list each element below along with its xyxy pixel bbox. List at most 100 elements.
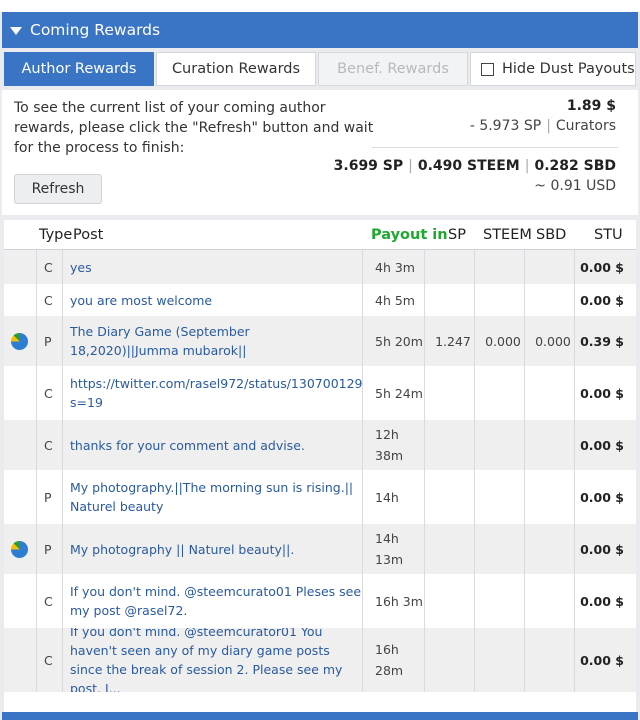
- table-row: Cyes 4h 3m 0.00 $: [4, 250, 636, 284]
- cell-type: C: [44, 259, 53, 275]
- cell-sp: [428, 250, 478, 284]
- header-steem[interactable]: STEEM: [483, 220, 532, 250]
- cell-sp: [428, 524, 478, 574]
- header-payout[interactable]: Payout in: [371, 220, 448, 250]
- cell-sp: [428, 628, 478, 692]
- rewards-summary: 1.89 $ - 5.973 SP | Curators: [469, 98, 616, 134]
- coming-rewards-header[interactable]: Coming Rewards: [2, 12, 638, 48]
- cell-post: The Diary Game (September 18,2020)||Jumm…: [70, 316, 362, 366]
- column-divider: [362, 420, 363, 470]
- curators-sp: - 5.973 SP: [469, 118, 542, 134]
- cell-type: C: [44, 593, 53, 609]
- hide-dust-checkbox[interactable]: [481, 62, 494, 76]
- table-header: Type Post Payout in SP STEEM SBD STU: [4, 220, 636, 250]
- cell-sbd: [528, 628, 578, 692]
- rewards-totals: 3.699 SP | 0.490 STEEM | 0.282 SBD ~ 0.91 US…: [333, 158, 616, 194]
- cell-steem: [478, 420, 528, 470]
- summary-divider: [372, 147, 618, 148]
- cell-type: P: [44, 541, 52, 557]
- cell-post: thanks for your comment and advise.: [70, 420, 362, 470]
- column-divider: [36, 420, 37, 470]
- post-link[interactable]: If you don't mind. @steemcurato01 Pleses…: [70, 582, 362, 620]
- total-sp: 3.699 SP: [333, 158, 404, 174]
- column-divider: [36, 366, 37, 420]
- cell-sbd: [528, 420, 578, 470]
- cell-stu: 0.00 $: [580, 652, 624, 668]
- header-title: Coming Rewards: [30, 21, 161, 39]
- cell-type: P: [44, 333, 52, 349]
- bottom-bar: [2, 712, 638, 720]
- header-stu[interactable]: STU: [594, 220, 623, 250]
- total-usd: ~ 0.91 USD: [534, 178, 616, 194]
- table-row: Cthanks for your comment and advise. 12h …: [4, 420, 636, 470]
- total-steem: 0.490 STEEM: [417, 158, 520, 174]
- table-row: C If you don't mind. @steemcurato01 Plese…: [4, 574, 636, 628]
- total-value: 1.89 $: [566, 98, 616, 114]
- info-panel: To see the current list of your coming a…: [2, 90, 638, 215]
- cell-stu: 0.39 $: [580, 333, 624, 349]
- table-row: P My photography.||The morning sun is ris…: [4, 470, 636, 524]
- table-row: C If you don't mind. @steemcurator01 You …: [4, 628, 636, 692]
- column-divider: [362, 628, 363, 692]
- cell-type: P: [44, 489, 52, 505]
- table-row: Chttps://twitter.com/rasel972/status/130…: [4, 366, 636, 420]
- table-row: Cyou are most welcome 4h 5m 0.00 $: [4, 284, 636, 316]
- reward-tabs: Author Rewards Curation Rewards Benef. R…: [2, 52, 638, 86]
- cell-post: If you don't mind. @steemcurato01 Pleses…: [70, 574, 362, 628]
- cell-stu: 0.00 $: [580, 437, 624, 453]
- cell-sbd: [528, 470, 578, 524]
- column-divider: [36, 524, 37, 574]
- tab-author-rewards[interactable]: Author Rewards: [4, 52, 154, 86]
- cell-sp: [428, 574, 478, 628]
- post-link[interactable]: thanks for your comment and advise.: [70, 436, 305, 455]
- column-divider: [36, 316, 37, 366]
- cell-stu: 0.00 $: [580, 541, 624, 557]
- cell-type: C: [44, 652, 53, 668]
- hide-dust-label: Hide Dust Payouts: [502, 61, 635, 77]
- cell-sbd: [528, 574, 578, 628]
- cell-steem: [478, 250, 528, 284]
- cell-steem: [478, 284, 528, 316]
- cell-type: C: [44, 385, 53, 401]
- cell-payout: 12h 38m: [375, 427, 404, 463]
- cell-sp: [428, 284, 478, 316]
- payout-pie-icon[interactable]: [11, 540, 28, 558]
- table-row: P The Diary Game (September 18,2020)||Jum…: [4, 316, 636, 366]
- cell-payout: 4h 3m: [375, 259, 415, 275]
- column-divider: [362, 470, 363, 524]
- refresh-button[interactable]: Refresh: [14, 174, 102, 204]
- cell-payout: 16h 28m: [375, 642, 404, 678]
- hide-dust-toggle[interactable]: Hide Dust Payouts: [470, 52, 636, 86]
- cell-sbd: 0.000: [535, 333, 571, 349]
- column-divider: [36, 250, 37, 284]
- header-sbd[interactable]: SBD: [536, 220, 566, 250]
- post-link[interactable]: If you don't mind. @steemcurator01 You h…: [70, 628, 362, 692]
- cell-steem: [478, 470, 528, 524]
- cell-post: My photography || Naturel beauty||.: [70, 524, 362, 574]
- cell-stu: 0.00 $: [580, 593, 624, 609]
- post-link[interactable]: you are most welcome: [70, 291, 212, 310]
- cell-sp: [428, 470, 478, 524]
- cell-sbd: [528, 250, 578, 284]
- post-link[interactable]: yes: [70, 258, 92, 277]
- payout-pie-icon[interactable]: [11, 332, 28, 350]
- post-link[interactable]: My photography || Naturel beauty||.: [70, 540, 294, 559]
- rewards-table: Type Post Payout in SP STEEM SBD STU Cye…: [4, 220, 636, 716]
- cell-type: C: [44, 437, 53, 453]
- cell-payout: 4h 5m: [375, 292, 415, 308]
- column-divider: [362, 250, 363, 284]
- cell-stu: 0.00 $: [580, 385, 624, 401]
- header-sp[interactable]: SP: [448, 220, 466, 250]
- cell-sbd: [528, 524, 578, 574]
- post-link[interactable]: My photography.||The morning sun is risi…: [70, 478, 362, 516]
- tab-curation-rewards[interactable]: Curation Rewards: [156, 52, 316, 86]
- collapse-triangle-icon: [10, 27, 22, 35]
- column-divider: [36, 628, 37, 692]
- cell-payout: 5h 20m: [375, 333, 423, 349]
- total-sbd: 0.282 SBD: [534, 158, 616, 174]
- info-text: To see the current list of your coming a…: [14, 100, 374, 156]
- post-link[interactable]: https://twitter.com/rasel972/status/1307…: [70, 374, 362, 412]
- top-strip: [0, 0, 640, 12]
- cell-steem: [478, 366, 528, 420]
- post-link[interactable]: The Diary Game (September 18,2020)||Jumm…: [70, 322, 362, 360]
